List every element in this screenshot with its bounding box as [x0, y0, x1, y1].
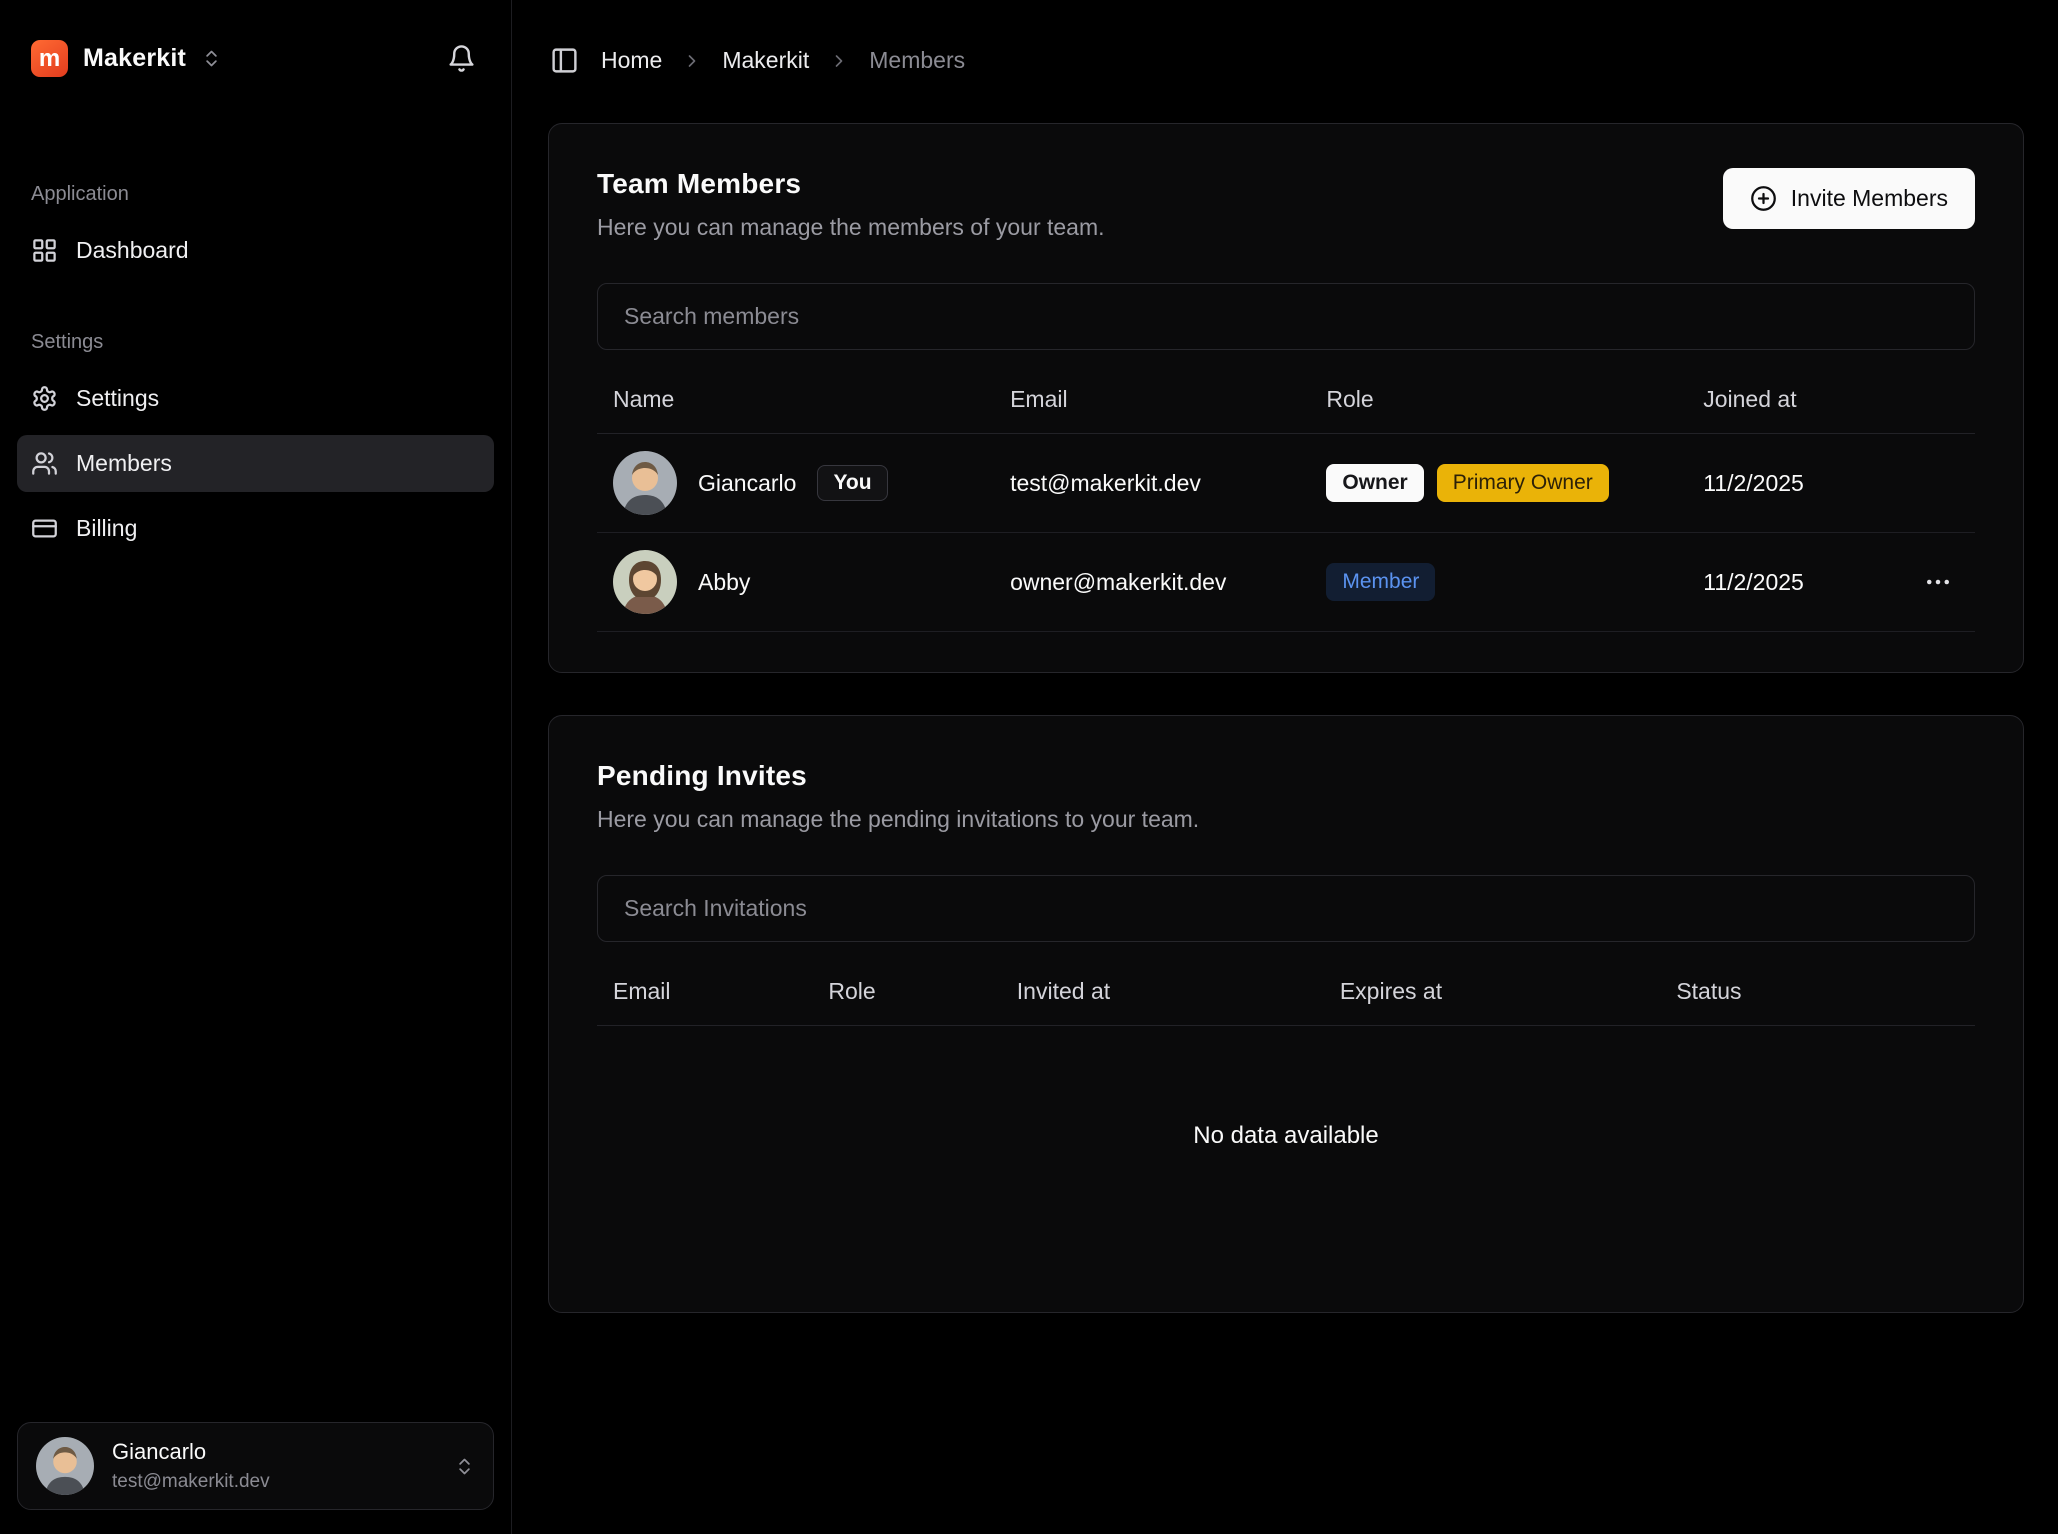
section-label-settings: Settings [17, 331, 494, 354]
column-header-status: Status [1676, 978, 1959, 1005]
invitations-table: Email Role Invited at Expires at Status … [597, 958, 1975, 1272]
sidebar-item-settings[interactable]: Settings [17, 370, 494, 427]
breadcrumb: Home Makerkit Members [548, 44, 2024, 77]
member-role-cell: Member [1326, 563, 1703, 601]
column-header-email: Email [1010, 386, 1326, 413]
chevrons-up-down-icon[interactable] [201, 48, 222, 69]
credit-card-icon [31, 515, 58, 542]
user-menu[interactable]: Giancarlo test@makerkit.dev [17, 1422, 494, 1510]
notifications-button[interactable] [443, 40, 480, 77]
brand-name[interactable]: Makerkit [83, 44, 186, 73]
pending-invites-header: Pending Invites Here you can manage the … [597, 760, 1975, 833]
gear-icon [31, 385, 58, 412]
nav-settings: Settings Members Billing [17, 370, 494, 557]
chevron-right-icon [682, 51, 702, 71]
member-role-cell: Owner Primary Owner [1326, 464, 1703, 502]
pending-invites-title: Pending Invites [597, 760, 1199, 792]
sidebar-item-members[interactable]: Members [17, 435, 494, 492]
pending-invites-card: Pending Invites Here you can manage the … [548, 715, 2024, 1313]
invitations-search-input[interactable] [597, 875, 1975, 942]
members-search-input[interactable] [597, 283, 1975, 350]
user-meta: Giancarlo test@makerkit.dev [112, 1439, 270, 1493]
member-badge: Member [1326, 563, 1435, 601]
user-name: Giancarlo [112, 1439, 270, 1465]
member-email: test@makerkit.dev [1010, 470, 1326, 497]
user-email: test@makerkit.dev [112, 1471, 270, 1493]
breadcrumb-home[interactable]: Home [601, 47, 662, 74]
section-label-application: Application [17, 183, 494, 206]
brand-row: m Makerkit [17, 40, 494, 77]
empty-state-text: No data available [597, 1026, 1975, 1272]
team-members-subtitle: Here you can manage the members of your … [597, 214, 1105, 241]
users-icon [31, 450, 58, 477]
column-header-role: Role [1326, 386, 1703, 413]
column-header-role: Role [828, 978, 1016, 1005]
member-name: Abby [698, 569, 750, 596]
table-row: Abby owner@makerkit.dev Member 11/2/2025 [597, 533, 1975, 632]
bell-icon [447, 44, 476, 73]
panel-left-icon [550, 46, 579, 75]
ellipsis-icon [1923, 567, 1953, 597]
avatar [613, 550, 677, 614]
invitations-table-header: Email Role Invited at Expires at Status [597, 958, 1975, 1026]
you-badge: You [817, 465, 887, 501]
sidebar: m Makerkit Application Dashboard Setting… [0, 0, 512, 1534]
member-name-cell: Giancarlo You [613, 451, 1010, 515]
table-row: Giancarlo You test@makerkit.dev Owner Pr… [597, 434, 1975, 533]
members-table-header: Name Email Role Joined at [597, 366, 1975, 434]
member-email: owner@makerkit.dev [1010, 569, 1326, 596]
nav-application: Dashboard [17, 222, 494, 279]
team-members-card: Team Members Here you can manage the mem… [548, 123, 2024, 673]
member-joined-date: 11/2/2025 [1703, 470, 1804, 497]
primary-owner-badge: Primary Owner [1437, 464, 1609, 502]
brand-logo[interactable]: m [31, 40, 68, 77]
column-header-joined: Joined at [1703, 386, 1959, 413]
column-header-name: Name [613, 386, 1010, 413]
pending-invites-subtitle: Here you can manage the pending invitati… [597, 806, 1199, 833]
team-members-title: Team Members [597, 168, 1105, 200]
member-name-cell: Abby [613, 550, 1010, 614]
column-header-expires-at: Expires at [1340, 978, 1677, 1005]
column-header-email: Email [613, 978, 828, 1005]
breadcrumb-makerkit[interactable]: Makerkit [722, 47, 809, 74]
sidebar-item-label: Settings [76, 385, 159, 412]
chevrons-up-down-icon [454, 1456, 475, 1477]
sidebar-item-label: Billing [76, 515, 137, 542]
invite-members-label: Invite Members [1791, 185, 1948, 212]
column-header-invited-at: Invited at [1017, 978, 1340, 1005]
invite-members-button[interactable]: Invite Members [1723, 168, 1975, 229]
members-table: Name Email Role Joined at Giancarlo You … [597, 366, 1975, 632]
owner-badge: Owner [1326, 464, 1423, 502]
sidebar-item-label: Dashboard [76, 237, 189, 264]
breadcrumb-members: Members [869, 47, 965, 74]
main-content: Home Makerkit Members Team Members Here … [512, 0, 2058, 1534]
sidebar-toggle-button[interactable] [548, 44, 581, 77]
chevron-right-icon [829, 51, 849, 71]
dashboard-icon [31, 237, 58, 264]
row-actions-button[interactable] [1917, 561, 1959, 603]
sidebar-item-label: Members [76, 450, 172, 477]
member-name: Giancarlo [698, 470, 796, 497]
team-members-header: Team Members Here you can manage the mem… [597, 168, 1975, 241]
sidebar-item-billing[interactable]: Billing [17, 500, 494, 557]
sidebar-item-dashboard[interactable]: Dashboard [17, 222, 494, 279]
brand-logo-letter: m [39, 45, 60, 73]
circle-plus-icon [1750, 185, 1777, 212]
avatar [613, 451, 677, 515]
member-joined-date: 11/2/2025 [1703, 569, 1804, 596]
user-avatar [36, 1437, 94, 1495]
